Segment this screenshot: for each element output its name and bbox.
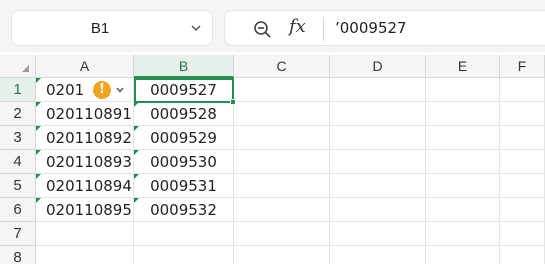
cell-a6-value: 020110895 [46, 201, 132, 219]
cell-a6[interactable]: 020110895 [36, 198, 134, 222]
cell-f2[interactable] [500, 102, 545, 126]
cell-f5[interactable] [500, 174, 545, 198]
cell-f7[interactable] [500, 222, 545, 246]
name-box[interactable]: B1 [11, 10, 213, 46]
cell-a7[interactable] [36, 222, 134, 246]
cell-b5-value: 0009531 [150, 177, 217, 195]
row-header-4[interactable]: 4 [0, 150, 36, 174]
cell-c8[interactable] [234, 246, 330, 264]
formula-bar[interactable]: fx ’0009527 [224, 10, 545, 46]
error-indicator [134, 150, 139, 155]
select-all-corner[interactable] [0, 55, 36, 78]
row-header-6[interactable]: 6 [0, 198, 36, 222]
cell-a1-value: 0201 [46, 81, 85, 99]
error-indicator [36, 150, 41, 155]
cell-f8[interactable] [500, 246, 545, 264]
cell-d4[interactable] [330, 150, 426, 174]
warning-icon[interactable]: ! [93, 81, 111, 99]
cell-c3[interactable] [234, 126, 330, 150]
column-header-c[interactable]: C [234, 55, 330, 78]
zoom-icon[interactable] [253, 20, 273, 38]
column-header-e[interactable]: E [426, 55, 500, 78]
formula-input[interactable]: ’0009527 [335, 19, 407, 37]
cell-e7[interactable] [426, 222, 500, 246]
cell-a8[interactable] [36, 246, 134, 264]
chevron-down-icon[interactable] [190, 22, 202, 34]
cell-d6[interactable] [330, 198, 426, 222]
cell-e5[interactable] [426, 174, 500, 198]
cell-b2[interactable]: 0009528 [134, 102, 234, 126]
formula-separator [323, 17, 324, 41]
cell-c1[interactable] [234, 78, 330, 102]
error-indicator [36, 126, 41, 131]
cell-b5[interactable]: 0009531 [134, 174, 234, 198]
error-indicator [134, 174, 139, 179]
error-indicator [134, 126, 139, 131]
cell-d2[interactable] [330, 102, 426, 126]
select-all-icon [22, 65, 29, 72]
function-icon[interactable]: fx [289, 16, 306, 37]
cell-b8[interactable] [134, 246, 234, 264]
cell-d3[interactable] [330, 126, 426, 150]
column-header-a[interactable]: A [36, 55, 134, 78]
cell-d8[interactable] [330, 246, 426, 264]
cell-b2-value: 0009528 [150, 105, 217, 123]
row-header-7[interactable]: 7 [0, 222, 36, 246]
cell-f6[interactable] [500, 198, 545, 222]
cell-a4[interactable]: 020110893 [36, 150, 134, 174]
cell-a5-value: 020110894 [46, 177, 132, 195]
cell-a5[interactable]: 020110894 [36, 174, 134, 198]
cell-b3[interactable]: 0009529 [134, 126, 234, 150]
row-header-2[interactable]: 2 [0, 102, 36, 126]
formula-toolbar: B1 fx ’0009527 [0, 0, 545, 52]
cell-e1[interactable] [426, 78, 500, 102]
error-indicator [36, 78, 41, 83]
column-header-d[interactable]: D [330, 55, 426, 78]
cell-f4[interactable] [500, 150, 545, 174]
cell-c7[interactable] [234, 222, 330, 246]
cell-b4[interactable]: 0009530 [134, 150, 234, 174]
cell-b6[interactable]: 0009532 [134, 198, 234, 222]
chevron-down-icon[interactable] [116, 87, 124, 93]
cell-c2[interactable] [234, 102, 330, 126]
cell-c5[interactable] [234, 174, 330, 198]
cell-b4-value: 0009530 [150, 153, 217, 171]
cell-b3-value: 0009529 [150, 129, 217, 147]
cell-e6[interactable] [426, 198, 500, 222]
cell-f1[interactable] [500, 78, 545, 102]
row-header-1[interactable]: 1 [0, 78, 36, 102]
cell-e4[interactable] [426, 150, 500, 174]
name-box-value: B1 [90, 20, 110, 37]
cell-b6-value: 0009532 [150, 201, 217, 219]
error-indicator [134, 198, 139, 203]
cell-b7[interactable] [134, 222, 234, 246]
cell-d7[interactable] [330, 222, 426, 246]
row-header-3[interactable]: 3 [0, 126, 36, 150]
column-header-f[interactable]: F [500, 55, 545, 78]
cell-a3-value: 020110892 [46, 129, 132, 147]
cell-a2-value: 020110891 [46, 105, 132, 123]
error-indicator [36, 198, 41, 203]
cell-e3[interactable] [426, 126, 500, 150]
cell-e2[interactable] [426, 102, 500, 126]
error-indicator [134, 102, 139, 107]
cell-a3[interactable]: 020110892 [36, 126, 134, 150]
cell-a2[interactable]: 020110891 [36, 102, 134, 126]
row-header-8[interactable]: 8 [0, 246, 36, 264]
error-indicator [36, 174, 41, 179]
cell-d1[interactable] [330, 78, 426, 102]
cell-a4-value: 020110893 [46, 153, 132, 171]
error-indicator [36, 102, 41, 107]
cell-c6[interactable] [234, 198, 330, 222]
cell-f3[interactable] [500, 126, 545, 150]
column-header-b[interactable]: B [134, 55, 234, 78]
row-header-5[interactable]: 5 [0, 174, 36, 198]
cell-c4[interactable] [234, 150, 330, 174]
cell-b1[interactable]: 0009527 [134, 78, 234, 102]
cell-e8[interactable] [426, 246, 500, 264]
cell-d5[interactable] [330, 174, 426, 198]
